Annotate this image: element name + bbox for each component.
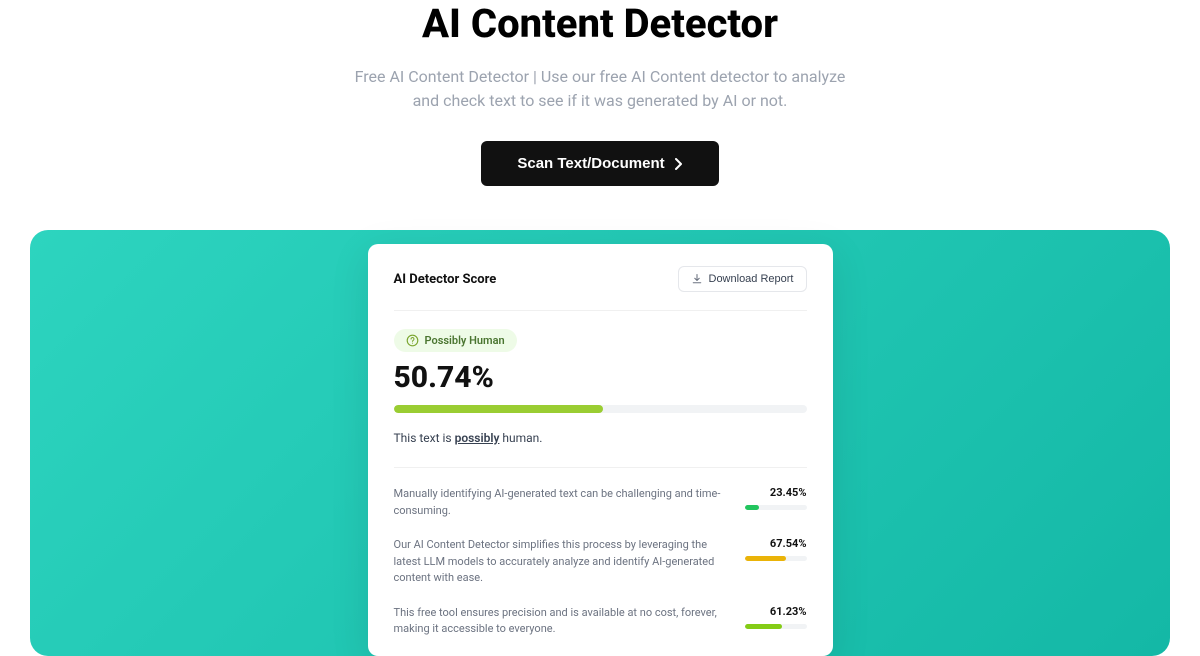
score-header-label: AI Detector Score (394, 272, 497, 287)
list-item: This free tool ensures precision and is … (394, 605, 807, 638)
page-subtitle: Free AI Content Detector | Use our free … (340, 65, 860, 113)
sentence-bar (745, 556, 807, 561)
sentence-bar (745, 624, 807, 629)
list-item: Manually identifying AI-generated text c… (394, 486, 807, 519)
status-badge-text: Possibly Human (425, 334, 505, 347)
download-icon (691, 273, 703, 285)
main-progress-bar (394, 405, 807, 413)
main-progress-fill (394, 405, 604, 413)
list-item: Our AI Content Detector simplifies this … (394, 537, 807, 587)
result-text: This text is possibly human. (394, 431, 807, 468)
sentence-results: Manually identifying AI-generated text c… (394, 486, 807, 638)
score-card: AI Detector Score Download Report Possib… (368, 244, 833, 656)
question-circle-icon (406, 334, 419, 347)
sentence-bar (745, 505, 807, 510)
chevron-right-icon (675, 158, 683, 170)
sentence-pct: 67.54% (745, 537, 807, 550)
sentence-text: This free tool ensures precision and is … (394, 605, 725, 638)
scan-button[interactable]: Scan Text/Document (481, 141, 718, 186)
scan-button-label: Scan Text/Document (517, 155, 664, 172)
status-badge: Possibly Human (394, 329, 517, 352)
page-title: AI Content Detector (0, 0, 1200, 47)
sentence-pct: 23.45% (745, 486, 807, 499)
sentence-text: Manually identifying AI-generated text c… (394, 486, 725, 519)
download-report-button[interactable]: Download Report (678, 266, 807, 292)
sentence-pct: 61.23% (745, 605, 807, 618)
demo-panel: AI Detector Score Download Report Possib… (30, 230, 1170, 656)
score-value: 50.74% (394, 360, 807, 395)
sentence-text: Our AI Content Detector simplifies this … (394, 537, 725, 587)
download-report-label: Download Report (709, 273, 794, 285)
